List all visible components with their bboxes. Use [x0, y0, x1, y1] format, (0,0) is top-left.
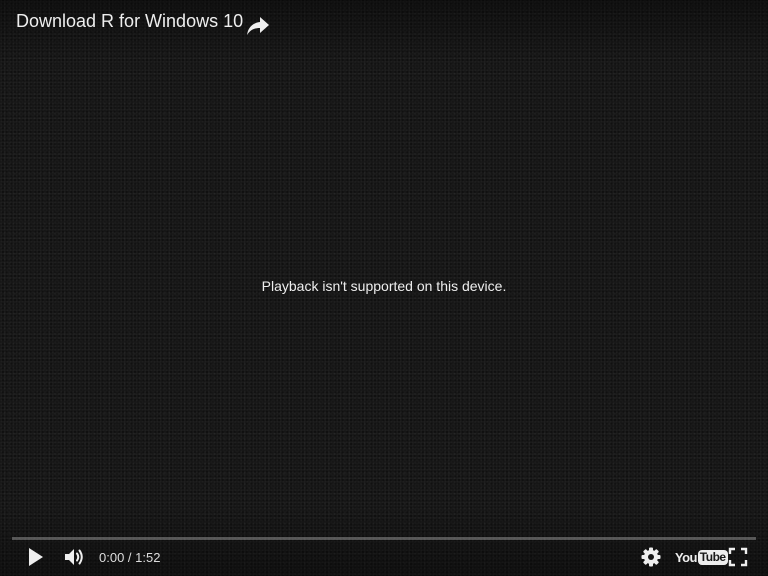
share-button[interactable] [245, 14, 271, 38]
gear-icon [640, 546, 662, 568]
youtube-logo[interactable]: You Tube [675, 549, 728, 565]
settings-button[interactable] [640, 546, 662, 568]
video-player[interactable]: Download R for Windows 10 Playback isn't… [0, 0, 768, 576]
fullscreen-icon [727, 546, 749, 568]
time-display: 0:00 / 1:52 [99, 550, 160, 565]
video-title[interactable]: Download R for Windows 10 [16, 11, 243, 32]
play-button[interactable] [24, 546, 46, 568]
fullscreen-button[interactable] [727, 546, 749, 568]
duration: 1:52 [135, 550, 161, 565]
youtube-logo-you: You [675, 549, 697, 565]
share-arrow-icon [245, 14, 271, 38]
progress-bar[interactable] [12, 537, 756, 540]
current-time: 0:00 [99, 550, 125, 565]
play-icon [24, 546, 46, 568]
title-bar: Download R for Windows 10 [0, 0, 768, 60]
youtube-logo-tube: Tube [697, 549, 728, 565]
volume-icon [63, 546, 87, 568]
playback-error-message: Playback isn't supported on this device. [261, 278, 507, 294]
volume-button[interactable] [63, 546, 87, 568]
time-separator: / [124, 550, 136, 565]
